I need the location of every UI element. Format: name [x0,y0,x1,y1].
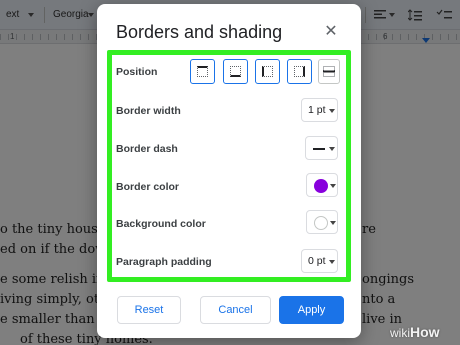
paragraph-padding-dropdown[interactable]: 0 pt [301,249,338,273]
border-top-button[interactable] [190,59,215,84]
color-swatch [314,216,328,230]
border-right-button[interactable] [287,59,312,84]
chevron-down-icon [330,184,336,188]
background-color-dropdown[interactable] [306,210,338,234]
highlight-box [107,50,351,282]
border-color-dropdown[interactable] [306,173,338,197]
border-right-icon [294,66,305,77]
position-label: Position [116,66,158,78]
border-dash-dropdown[interactable] [305,136,338,160]
watermark-prefix: wiki [390,326,410,340]
chevron-down-icon [329,147,335,151]
border-dash-label: Border dash [116,143,178,155]
reset-button[interactable]: Reset [117,296,181,324]
border-bottom-button[interactable] [223,59,248,84]
solid-line-icon [313,148,325,150]
cancel-button[interactable]: Cancel [200,296,271,324]
color-swatch [314,179,328,193]
border-left-icon [262,66,273,77]
paragraph-padding-label: Paragraph padding [116,256,212,268]
border-between-icon [323,66,335,77]
background-color-label: Background color [116,218,206,230]
watermark-suffix: How [410,324,440,340]
border-width-label: Border width [116,105,181,117]
chevron-down-icon [329,260,335,264]
dialog-title: Borders and shading [116,22,283,42]
watermark: wikiHow [390,324,440,340]
border-top-icon [197,66,208,77]
border-color-label: Border color [116,181,180,193]
chevron-down-icon [329,109,335,113]
chevron-down-icon [330,221,336,225]
apply-button[interactable]: Apply [279,296,344,324]
border-width-value: 1 pt [308,104,326,116]
paragraph-padding-value: 0 pt [308,255,326,267]
border-bottom-icon [230,66,241,77]
border-width-dropdown[interactable]: 1 pt [301,98,338,122]
border-left-button[interactable] [255,59,280,84]
border-between-button[interactable] [318,59,340,84]
close-icon[interactable]: ✕ [321,22,341,42]
